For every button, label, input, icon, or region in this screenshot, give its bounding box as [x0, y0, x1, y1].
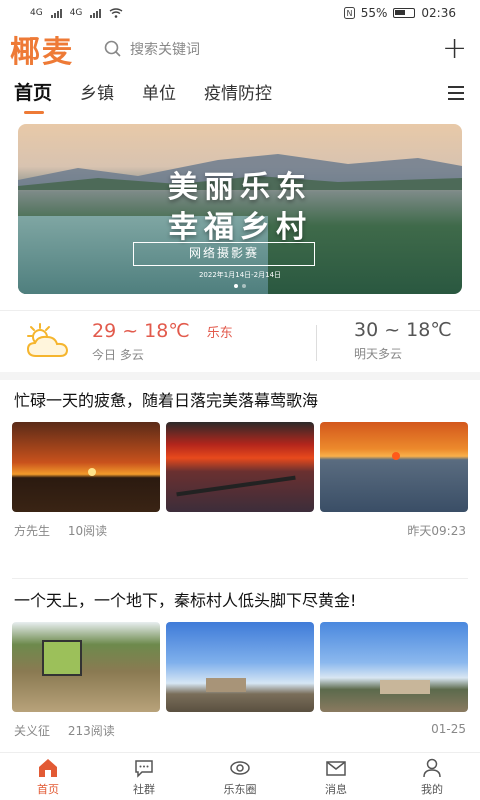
tomorrow-temp: 30 ~ 18℃	[354, 319, 452, 341]
weather-today: 29 ~ 18℃ 乐东 今日 多云	[92, 320, 233, 363]
article-author: 方先生	[14, 524, 51, 538]
banner-date: 2022年1月14日-2月14日	[198, 271, 282, 279]
banner-title-2: 幸福乡村	[168, 210, 312, 245]
article-image[interactable]	[166, 622, 314, 712]
article-title[interactable]: 忙碌一天的疲惫，随着日落完美落幕莺歌海	[12, 390, 352, 412]
nav-label: 乐东圈	[223, 782, 257, 796]
article-author: 关义征	[14, 724, 51, 738]
article-image[interactable]	[320, 422, 468, 512]
nav-community[interactable]: 社群	[96, 753, 192, 800]
article-image[interactable]	[166, 422, 314, 512]
status-bar: 4G 4G N 55% 02:36	[0, 0, 480, 26]
article-time: 昨天09:23	[407, 524, 466, 538]
home-icon	[39, 758, 57, 777]
battery-percent: 55%	[360, 6, 388, 20]
today-desc: 今日 多云	[92, 348, 144, 362]
nav-home[interactable]: 首页	[0, 753, 96, 800]
banner-pager	[18, 284, 462, 288]
svg-text:N: N	[346, 9, 352, 18]
weather-widget[interactable]: 29 ~ 18℃ 乐东 今日 多云 30 ~ 18℃ 明天多云	[0, 310, 480, 372]
nav-messages[interactable]: 消息	[288, 753, 384, 800]
article-meta: 关义征 213阅读 01-25	[12, 722, 468, 739]
app-header: 椰麦 搜索关键词 +	[0, 26, 480, 72]
banner-title-1: 美丽乐东	[168, 170, 312, 205]
network-label-2: 4G	[69, 8, 83, 18]
article-reads: 10阅读	[67, 524, 108, 538]
article-card[interactable]: 一个天上，一个地下，秦标村人低头脚下尽黄金! 关义征 213阅读 01-25	[0, 590, 480, 739]
article-meta: 方先生 10阅读 昨天09:23	[12, 522, 468, 539]
mail-icon	[326, 760, 346, 776]
status-right: N 55% 02:36	[343, 6, 456, 20]
clock: 02:36	[421, 6, 456, 20]
circle-icon	[230, 760, 250, 775]
search-icon	[104, 40, 121, 57]
weather-divider	[316, 325, 317, 361]
tab-epidemic[interactable]: 疫情防控	[204, 79, 272, 110]
tab-home[interactable]: 首页	[14, 78, 52, 114]
article-image[interactable]	[12, 622, 160, 712]
article-divider	[12, 578, 468, 579]
tomorrow-desc: 明天多云	[354, 347, 403, 361]
nav-circle[interactable]: 乐东圈	[192, 753, 288, 800]
nav-label: 消息	[325, 782, 347, 796]
promo-banner[interactable]: 美丽乐东 幸福乡村 网络摄影赛 2022年1月14日-2月14日	[18, 124, 462, 294]
tab-towns[interactable]: 乡镇	[80, 79, 114, 110]
section-gap	[0, 372, 480, 380]
tab-units[interactable]: 单位	[142, 79, 176, 110]
nfc-icon: N	[343, 7, 355, 19]
banner-subtitle: 网络摄影赛	[133, 242, 315, 266]
category-tabs: 首页 乡镇 单位 疫情防控	[0, 74, 480, 114]
article-thumbnails	[12, 622, 468, 712]
article-reads: 213阅读	[67, 724, 115, 738]
status-left: 4G 4G	[30, 8, 123, 18]
bottom-nav: 首页 社群 乐东圈 消息 我的	[0, 752, 480, 800]
search-placeholder: 搜索关键词	[130, 42, 200, 58]
article-thumbnails	[12, 422, 468, 512]
add-icon[interactable]: +	[442, 34, 467, 64]
user-icon	[423, 758, 441, 777]
battery-icon	[393, 8, 416, 18]
signal-icon-2	[90, 8, 102, 18]
article-image[interactable]	[12, 422, 160, 512]
network-label-1: 4G	[30, 8, 43, 18]
cloudy-sun-icon	[26, 322, 69, 357]
nav-profile[interactable]: 我的	[384, 753, 480, 800]
article-image[interactable]	[320, 622, 468, 712]
weather-city: 乐东	[206, 326, 233, 341]
article-time: 01-25	[431, 722, 466, 736]
nav-label: 首页	[37, 782, 59, 796]
nav-label: 我的	[421, 782, 443, 796]
article-card[interactable]: 忙碌一天的疲惫，随着日落完美落幕莺歌海 方先生 10阅读 昨天09:23	[0, 390, 480, 539]
tabs-menu-icon[interactable]	[448, 86, 464, 104]
wifi-icon	[110, 8, 123, 18]
weather-tomorrow: 30 ~ 18℃ 明天多云	[354, 319, 452, 362]
today-temp: 29 ~ 18℃	[92, 320, 190, 342]
nav-label: 社群	[133, 782, 155, 796]
signal-icon	[50, 8, 62, 18]
app-logo: 椰麦	[10, 35, 74, 70]
chat-icon	[135, 759, 153, 778]
search-bar[interactable]: 搜索关键词	[104, 39, 442, 59]
article-title[interactable]: 一个天上，一个地下，秦标村人低头脚下尽黄金!	[12, 590, 468, 612]
